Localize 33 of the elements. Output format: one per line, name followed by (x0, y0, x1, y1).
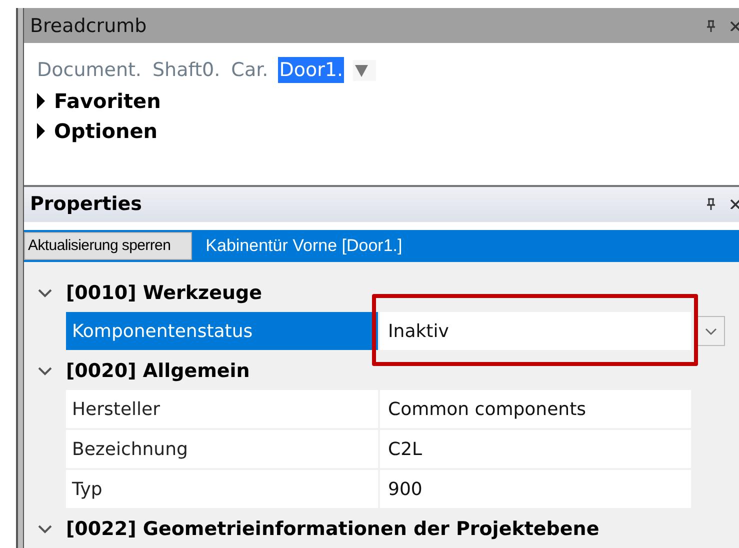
pin-icon[interactable] (706, 198, 716, 210)
property-value[interactable]: 900 (380, 470, 691, 508)
property-name[interactable]: Bezeichnung (66, 430, 380, 468)
breadcrumb-item[interactable]: Document. (36, 57, 142, 84)
property-value[interactable]: Common components (380, 390, 691, 428)
panel-title: Properties (30, 193, 143, 216)
chevron-down-icon[interactable] (38, 524, 52, 534)
property-value[interactable]: Inaktiv (380, 312, 691, 350)
property-value[interactable]: C2L (380, 430, 691, 468)
close-icon[interactable] (730, 199, 739, 210)
panel-title: Breadcrumb (30, 14, 148, 37)
collapsed-triangle-icon[interactable] (36, 93, 46, 110)
section-header[interactable]: Optionen (54, 119, 158, 144)
breadcrumb-item[interactable]: Shaft0. (151, 57, 222, 84)
close-icon[interactable] (730, 20, 739, 31)
collapsed-triangle-icon[interactable] (36, 123, 46, 140)
breadcrumb-item[interactable]: Door1. (278, 57, 344, 84)
property-name[interactable]: Komponentenstatus (66, 312, 380, 350)
category-header[interactable]: [0022] Geometrieinformationen der Projektebene (66, 518, 600, 540)
dropdown-caret-icon[interactable] (355, 64, 368, 77)
category-header[interactable]: [0010] Werkzeuge (66, 282, 262, 304)
chevron-down-icon[interactable] (38, 366, 52, 376)
dropdown-button[interactable] (697, 316, 725, 346)
section-header[interactable]: Favoriten (54, 89, 161, 114)
breadcrumb-item[interactable]: Car. (230, 57, 270, 84)
pin-icon[interactable] (706, 20, 716, 32)
lock-updates-button[interactable]: Aktualisierung sperren (24, 232, 192, 260)
category-header[interactable]: [0020] Allgemein (66, 360, 250, 382)
property-name[interactable]: Hersteller (66, 390, 380, 428)
object-label: Kabinentür Vorne [Door1.] (204, 236, 402, 256)
chevron-down-icon[interactable] (38, 288, 52, 298)
property-name[interactable]: Typ (66, 470, 380, 508)
chevron-down-icon (705, 328, 717, 334)
